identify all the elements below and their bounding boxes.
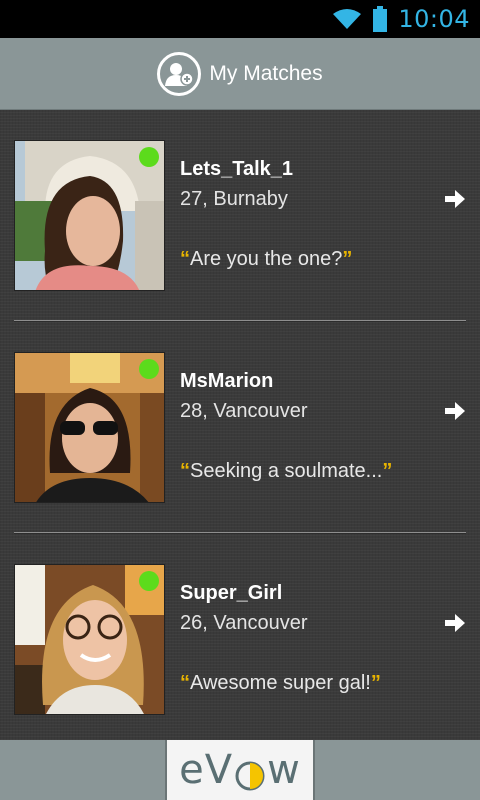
match-tagline-text: Awesome super gal!: [190, 672, 371, 694]
online-status-indicator: [139, 359, 159, 379]
app-header: My Matches: [0, 38, 480, 110]
match-age-location: 27, Burnaby: [180, 188, 288, 210]
match-name: Lets_Talk_1: [180, 158, 294, 180]
evow-logo[interactable]: eV w: [165, 740, 315, 800]
footer-bar: eV w: [0, 740, 480, 800]
match-tagline: “Are you the one?”: [180, 248, 353, 270]
arrow-right-icon[interactable]: [444, 400, 468, 424]
arrow-right-icon[interactable]: [444, 188, 468, 212]
matches-user-icon: [157, 51, 202, 96]
match-item[interactable]: Super_Girl 26, Vancouver “Awesome super …: [0, 534, 480, 746]
matches-list: Lets_Talk_1 27, Burnaby “Are you the one…: [0, 110, 480, 740]
online-status-indicator: [139, 147, 159, 167]
arrow-right-icon[interactable]: [444, 612, 468, 636]
match-tagline-text: Seeking a soulmate...: [190, 460, 383, 482]
match-tagline: “Seeking a soulmate...”: [180, 460, 393, 482]
match-tagline: “Awesome super gal!”: [180, 672, 381, 694]
match-age-location: 28, Vancouver: [180, 400, 308, 422]
match-tagline-text: Are you the one?: [190, 248, 343, 270]
match-age-location: 26, Vancouver: [180, 612, 308, 634]
status-clock: 10:04: [398, 5, 470, 33]
page-title: My Matches: [209, 61, 323, 85]
status-bar: 10:04: [0, 0, 480, 38]
logo-letter-w: w: [267, 747, 301, 793]
logo-o-icon: [235, 755, 265, 791]
logo-wordmark: eV w: [179, 747, 301, 793]
online-status-indicator: [139, 571, 159, 591]
match-item[interactable]: Lets_Talk_1 27, Burnaby “Are you the one…: [0, 110, 480, 322]
logo-letter-e: e: [179, 747, 205, 793]
match-name: Super_Girl: [180, 582, 283, 604]
logo-letter-v: V: [204, 747, 234, 793]
wifi-icon: [332, 7, 362, 31]
battery-icon: [372, 5, 388, 33]
match-name: MsMarion: [180, 370, 274, 392]
match-item[interactable]: MsMarion 28, Vancouver “Seeking a soulma…: [0, 322, 480, 534]
